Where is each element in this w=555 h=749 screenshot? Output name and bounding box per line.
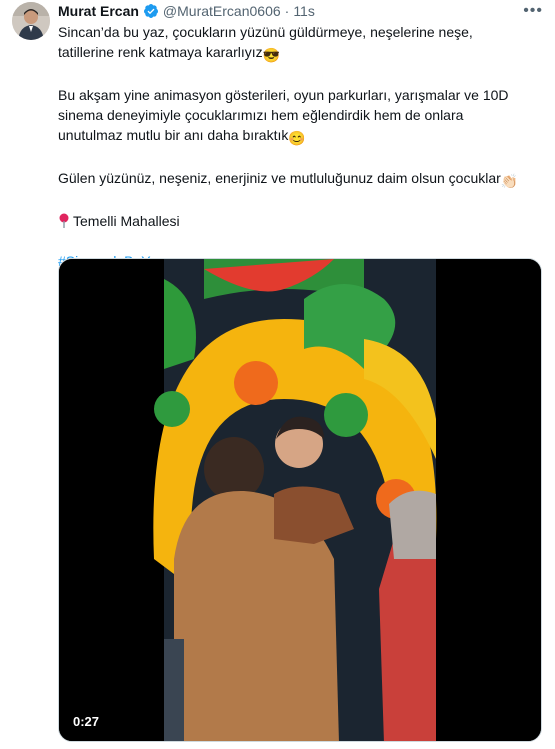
tweet-paragraph-2: Bu akşam yine animasyon gösterileri, oyu… [58,85,528,148]
verified-badge-icon [143,3,159,19]
tweet-line-2: Bu akşam yine animasyon gösterileri, oyu… [58,87,513,143]
round-pushpin-icon [58,213,70,229]
header-separator: · [284,3,290,19]
tweet-timestamp[interactable]: 11s [293,3,315,19]
tweet-text: Sincan’da bu yaz, çocukların yüzünü güld… [58,22,528,291]
tweet-paragraph-1: Sincan’da bu yaz, çocukların yüzünü güld… [58,22,528,65]
video-duration: 0:27 [73,714,100,729]
smiling-sunglasses-emoji: 😎 [262,47,281,63]
tweet-location: Temelli Mahallesi [58,211,528,231]
author-avatar[interactable] [12,2,50,40]
author-name[interactable]: Murat Ercan [58,3,139,19]
smiling-face-emoji: 😊 [288,130,306,146]
more-options-icon[interactable]: ••• [523,2,543,20]
video-frame [59,259,541,741]
tweet-paragraph-3: Gülen yüzünüz, neşeniz, enerjiniz ve mut… [58,168,528,191]
clapping-hands-emoji: 👏🏻 [500,173,519,189]
tweet-header: Murat Ercan @MuratErcan0606 · 11s ••• [58,2,543,20]
video-player[interactable]: 0:27 [58,258,542,742]
tweet-line-3: Gülen yüzünüz, neşeniz, enerjiniz ve mut… [58,170,501,186]
author-handle[interactable]: @MuratErcan0606 [163,3,281,19]
location-label: Temelli Mahallesi [73,213,180,229]
